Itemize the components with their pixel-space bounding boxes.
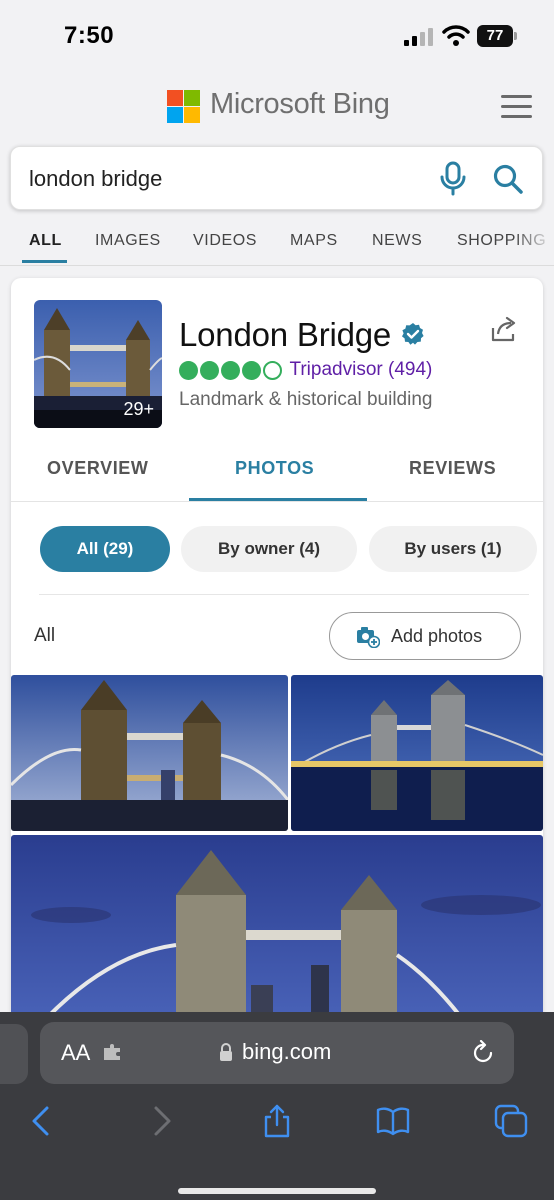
add-photos-button[interactable]: Add photos [329,612,521,660]
text-size-button[interactable]: AA [61,1040,90,1066]
menu-icon[interactable] [501,95,532,119]
verified-badge-icon [402,323,424,345]
tab-all[interactable]: ALL [29,232,62,250]
rating-dots [179,360,284,380]
status-time: 7:50 [64,22,115,49]
filter-chip-by-owner[interactable]: By owner (4) [181,526,357,572]
entity-title: London Bridge [179,316,392,353]
extensions-icon[interactable] [102,1044,124,1062]
tab-images[interactable]: IMAGES [95,232,161,250]
tripadvisor-link[interactable]: Tripadvisor (494) [289,359,432,381]
lock-icon [220,1043,232,1061]
previous-tab-peek[interactable] [0,1024,28,1084]
add-photos-label: Add photos [391,626,483,646]
photos-section-label: All [34,625,56,646]
entity-category: Landmark & historical building [179,389,433,410]
microphone-icon[interactable] [439,161,467,197]
tab-news[interactable]: NEWS [372,232,422,250]
rating-row: Tripadvisor (494) [179,359,432,381]
active-subtab-indicator [189,498,367,501]
forward-icon[interactable] [144,1104,178,1138]
bookmarks-icon[interactable] [376,1104,410,1138]
bing-header: Microsoft Bing [0,78,554,138]
entity-thumbnail[interactable]: 29+ [34,300,162,428]
cellular-signal-icon [404,28,433,46]
photo-tile[interactable] [291,675,543,831]
reload-icon[interactable] [470,1040,496,1066]
rating-dot-empty [263,360,282,380]
active-tab-indicator [22,260,67,263]
address-bar[interactable]: AA bing.com [40,1022,514,1084]
subtab-photos[interactable]: PHOTOS [235,458,314,479]
browser-toolbar: AA bing.com [0,1012,554,1200]
rating-dot-filled [242,360,261,380]
microsoft-logo-icon[interactable] [167,90,200,123]
photo-filter-chips: All (29) By owner (4) By users (1) [11,526,543,572]
entity-subtabs: OVERVIEW PHOTOS REVIEWS [11,448,543,502]
rating-dot-filled [221,360,240,380]
photo-tile[interactable] [11,835,543,1038]
share-icon[interactable] [489,314,519,344]
brand-name[interactable]: Microsoft Bing [210,88,390,121]
wifi-icon [442,25,470,46]
rating-dot-filled [200,360,219,380]
filter-chip-all[interactable]: All (29) [40,526,170,572]
tab-videos[interactable]: VIDEOS [193,232,257,250]
tab-maps[interactable]: MAPS [290,232,338,250]
url-domain[interactable]: bing.com [242,1039,331,1065]
photo-count-overlay: 29+ [123,399,154,419]
search-icon[interactable] [492,163,524,195]
battery-icon: 77 [477,25,517,47]
search-input[interactable]: london bridge [29,166,162,192]
home-indicator [178,1188,376,1194]
battery-level: 77 [477,25,513,47]
tabs-icon[interactable] [494,1104,528,1138]
share-sheet-icon[interactable] [260,1104,294,1138]
entity-card: 29+ London Bridge Tripadvisor (494) Land… [11,278,543,1038]
filter-chip-by-users[interactable]: By users (1) [369,526,537,572]
subtab-overview[interactable]: OVERVIEW [47,458,149,479]
rating-dot-filled [179,360,198,380]
search-vertical-tabs: ALL IMAGES VIDEOS MAPS NEWS SHOPPING [0,214,554,266]
photo-tile[interactable] [11,675,288,831]
back-icon[interactable] [25,1104,59,1138]
status-bar: 7:50 77 [0,0,554,70]
add-photo-camera-icon [357,627,380,648]
subtab-reviews[interactable]: REVIEWS [409,458,496,479]
search-box[interactable]: london bridge [10,146,543,210]
divider [39,594,529,595]
